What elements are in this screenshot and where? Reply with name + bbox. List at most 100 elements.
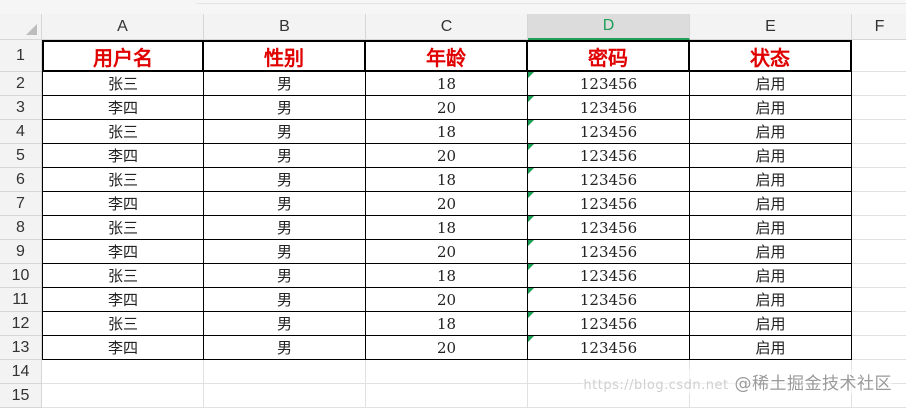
cell[interactable] xyxy=(366,384,528,408)
cell[interactable]: 启用 xyxy=(690,96,852,120)
header-cell[interactable]: 年龄 xyxy=(366,40,528,72)
column-header-c[interactable]: C xyxy=(366,14,528,40)
cell[interactable] xyxy=(204,360,366,384)
row-header-2[interactable]: 2 xyxy=(0,72,42,96)
column-header-e[interactable]: E xyxy=(690,14,852,40)
cell[interactable] xyxy=(42,360,204,384)
cell[interactable]: 18 xyxy=(366,216,528,240)
row-header-10[interactable]: 10 xyxy=(0,264,42,288)
cell[interactable]: 张三 xyxy=(42,168,204,192)
cell[interactable] xyxy=(366,360,528,384)
header-cell[interactable]: 性别 xyxy=(204,40,366,72)
cell[interactable]: 张三 xyxy=(42,312,204,336)
column-header-f[interactable]: F xyxy=(852,14,906,40)
cell[interactable]: 李四 xyxy=(42,96,204,120)
cell[interactable]: 张三 xyxy=(42,72,204,96)
cell[interactable]: 男 xyxy=(204,240,366,264)
cell[interactable]: 20 xyxy=(366,96,528,120)
cell[interactable]: 启用 xyxy=(690,192,852,216)
row-header-1[interactable]: 1 xyxy=(0,40,42,72)
row-header-3[interactable]: 3 xyxy=(0,96,42,120)
cell[interactable]: 123456 xyxy=(528,336,690,360)
cell[interactable]: 男 xyxy=(204,192,366,216)
cell[interactable]: 男 xyxy=(204,72,366,96)
cell[interactable] xyxy=(852,168,906,192)
cell[interactable]: 18 xyxy=(366,168,528,192)
column-header-b[interactable]: B xyxy=(204,14,366,40)
row-header-15[interactable]: 15 xyxy=(0,384,42,408)
cell[interactable]: 李四 xyxy=(42,288,204,312)
cell[interactable]: 启用 xyxy=(690,168,852,192)
cell[interactable]: 男 xyxy=(204,264,366,288)
cell[interactable]: 20 xyxy=(366,192,528,216)
row-header-4[interactable]: 4 xyxy=(0,120,42,144)
cell[interactable] xyxy=(852,192,906,216)
cell[interactable]: 启用 xyxy=(690,240,852,264)
cell[interactable]: 启用 xyxy=(690,72,852,96)
column-header-d[interactable]: D xyxy=(528,14,690,40)
row-header-6[interactable]: 6 xyxy=(0,168,42,192)
cell[interactable] xyxy=(852,216,906,240)
header-cell[interactable]: 密码 xyxy=(528,40,690,72)
cell[interactable]: 123456 xyxy=(528,192,690,216)
row-header-11[interactable]: 11 xyxy=(0,288,42,312)
cell[interactable]: 123456 xyxy=(528,240,690,264)
cell[interactable]: 男 xyxy=(204,144,366,168)
cell[interactable]: 男 xyxy=(204,312,366,336)
cell[interactable] xyxy=(852,240,906,264)
cell[interactable] xyxy=(42,384,204,408)
cell[interactable]: 男 xyxy=(204,120,366,144)
cell[interactable]: 李四 xyxy=(42,192,204,216)
header-cell[interactable]: 用户名 xyxy=(42,40,204,72)
cell[interactable]: 123456 xyxy=(528,144,690,168)
cell[interactable] xyxy=(852,336,906,360)
cell[interactable]: 男 xyxy=(204,336,366,360)
cell[interactable] xyxy=(852,312,906,336)
cell[interactable] xyxy=(852,72,906,96)
select-all-corner[interactable] xyxy=(0,14,42,40)
row-header-8[interactable]: 8 xyxy=(0,216,42,240)
cell[interactable]: 20 xyxy=(366,144,528,168)
column-header-a[interactable]: A xyxy=(42,14,204,40)
cell[interactable] xyxy=(852,288,906,312)
cell[interactable]: 123456 xyxy=(528,120,690,144)
cell[interactable]: 启用 xyxy=(690,216,852,240)
cell[interactable]: 20 xyxy=(366,240,528,264)
cell[interactable]: 18 xyxy=(366,264,528,288)
row-header-5[interactable]: 5 xyxy=(0,144,42,168)
cell[interactable]: 男 xyxy=(204,96,366,120)
cell[interactable]: 123456 xyxy=(528,96,690,120)
cell[interactable]: 男 xyxy=(204,216,366,240)
cell[interactable] xyxy=(852,144,906,168)
cell[interactable]: 启用 xyxy=(690,264,852,288)
cell[interactable]: 启用 xyxy=(690,312,852,336)
cell[interactable] xyxy=(852,264,906,288)
cell[interactable]: 男 xyxy=(204,288,366,312)
cell[interactable]: 18 xyxy=(366,120,528,144)
row-header-9[interactable]: 9 xyxy=(0,240,42,264)
cell[interactable]: 123456 xyxy=(528,72,690,96)
cell[interactable]: 启用 xyxy=(690,288,852,312)
row-header-14[interactable]: 14 xyxy=(0,360,42,384)
cell[interactable]: 张三 xyxy=(42,120,204,144)
cell[interactable]: 张三 xyxy=(42,216,204,240)
cell[interactable]: 20 xyxy=(366,288,528,312)
cell[interactable]: 18 xyxy=(366,72,528,96)
cell[interactable] xyxy=(852,120,906,144)
cell[interactable]: 20 xyxy=(366,336,528,360)
row-header-7[interactable]: 7 xyxy=(0,192,42,216)
cell[interactable]: 启用 xyxy=(690,336,852,360)
cell[interactable]: 男 xyxy=(204,168,366,192)
cell[interactable]: 启用 xyxy=(690,120,852,144)
row-header-12[interactable]: 12 xyxy=(0,312,42,336)
cell[interactable] xyxy=(852,40,906,72)
cell[interactable]: 李四 xyxy=(42,144,204,168)
cell[interactable]: 启用 xyxy=(690,144,852,168)
cell[interactable]: 123456 xyxy=(528,288,690,312)
cell[interactable]: 123456 xyxy=(528,168,690,192)
cell[interactable] xyxy=(852,96,906,120)
cell[interactable]: 18 xyxy=(366,312,528,336)
cell[interactable]: 123456 xyxy=(528,216,690,240)
cell[interactable] xyxy=(204,384,366,408)
cell[interactable]: 123456 xyxy=(528,312,690,336)
